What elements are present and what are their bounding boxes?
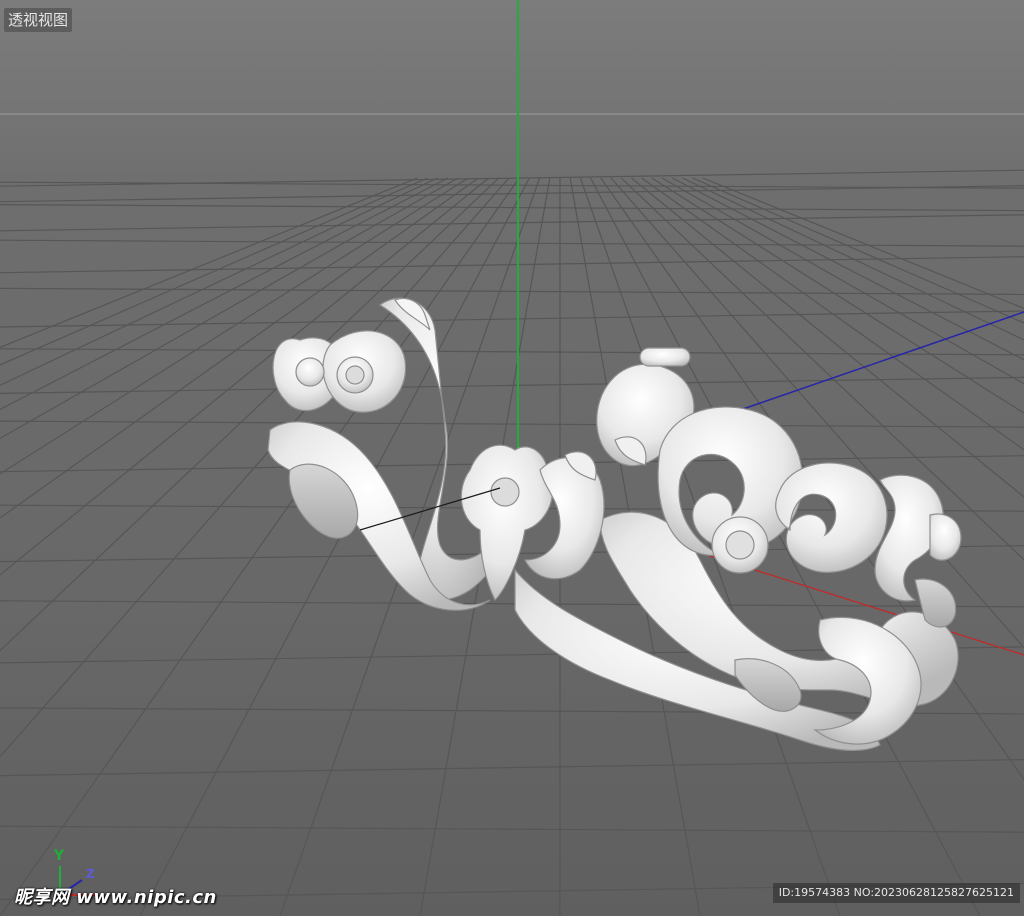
watermark-id-text: ID:19574383 NO:20230628125827625121 — [772, 883, 1020, 903]
carved-ornament-model[interactable] — [267, 297, 962, 752]
perspective-viewport[interactable]: Y Z 透视视图 昵享网 www.nipic.cn ID:19574383 NO… — [0, 0, 1024, 916]
viewport-scene[interactable]: Y Z — [0, 0, 1024, 916]
viewport-title-label[interactable]: 透视视图 — [4, 8, 73, 32]
gizmo-y-label: Y — [53, 848, 65, 864]
z-axis-line — [739, 311, 1024, 411]
gizmo-z-label: Z — [86, 867, 95, 881]
watermark-logo: 昵享网 www.nipic.cn — [14, 887, 217, 908]
